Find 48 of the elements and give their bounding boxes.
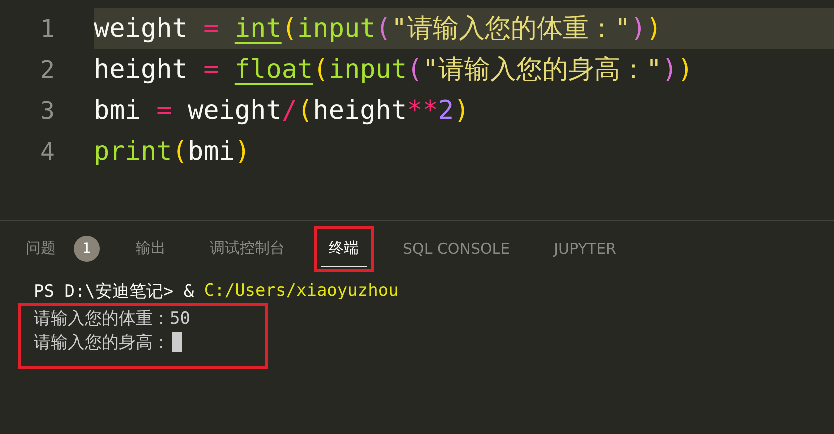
text-cursor [172,332,182,352]
string-literal: "请输入您的身高：" [422,54,662,87]
bracket: ) [630,14,646,44]
function-name: input [328,54,408,84]
bracket: ) [678,54,694,84]
function-name: float [234,54,314,84]
bracket: ) [234,136,251,166]
operator: = [202,14,220,44]
string-literal: "请输入您的体重：" [391,13,631,46]
bracket: ( [313,54,329,84]
function-name: print [94,136,172,166]
line-number: 2 [40,56,56,84]
count-badge: 1 [74,236,100,262]
code-editor[interactable]: 1 weight = int(input("请输入您的体重：")) 2 height = float(input("请输入您的身高：")) 3 bmi = weight/(height**2) 4 print(bmi) [0,0,834,220]
bracket: ( [172,136,188,166]
function-name: input [298,14,376,44]
prompt-text: PS D:\安迪笔记> & [34,280,196,302]
operator: = [156,96,174,126]
code-text: height [313,96,408,126]
path-text: C:/Users/xiaoyuzhou [204,281,399,301]
panel-tab[interactable]: 输出 [128,231,174,267]
code-text: bmi [94,96,141,126]
line-number: 4 [40,138,56,166]
bracket: ( [282,14,298,44]
operator: = [202,54,220,84]
bracket: ) [646,14,662,44]
number-literal: 2 [438,96,454,126]
panel-tab[interactable]: SQL CONSOLE [395,232,518,266]
code-text: height [94,54,188,84]
operator: ** [407,96,438,126]
output-text: 请输入您的体重：50 [34,308,190,330]
code-text: weight [188,96,282,126]
panel-tab[interactable]: 问题 [18,231,64,267]
output-text: 请输入您的身高： [34,332,170,354]
panel-tab[interactable]: 终端 [321,231,367,267]
panel-tab[interactable]: JUPYTER [546,232,624,266]
bracket: ) [662,54,678,84]
bracket: ) [454,96,470,126]
code-text: weight [94,14,188,44]
bracket: ( [298,96,314,126]
line-number: 3 [40,96,56,124]
panel-tab[interactable]: 调试控制台 [202,231,293,267]
bracket: ( [376,14,392,44]
line-number: 1 [40,14,56,42]
function-name: int [234,14,282,44]
code-text: bmi [188,136,235,166]
bracket: ( [407,54,423,84]
operator: / [282,96,298,126]
